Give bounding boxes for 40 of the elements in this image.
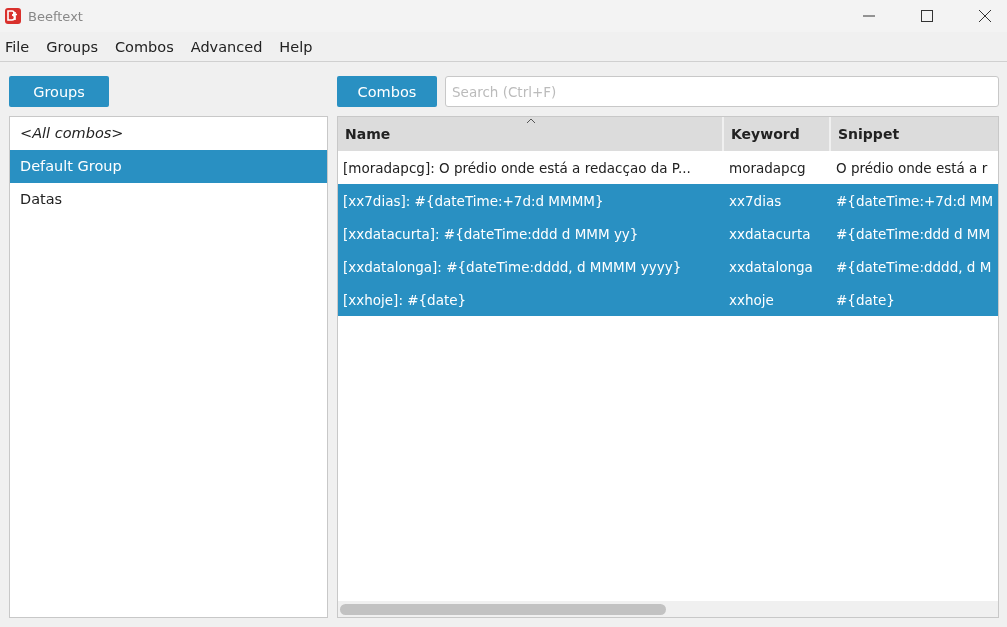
table-cell-text: [xxdatalonga]: #{dateTime:dddd, d MMMM yyyy}	[342, 258, 683, 275]
column-header[interactable]: Keyword	[724, 117, 831, 151]
table-cell-text: O prédio onde está a r	[835, 159, 989, 176]
window-title: Beeftext	[28, 8, 83, 24]
group-item[interactable]: <All combos>	[10, 117, 327, 150]
table-cell-text: xxdatalonga	[728, 258, 814, 275]
table-row[interactable]: [xxdatacurta]: #{dateTime:ddd d MMM yy} xxdatacurta #{dateTime:ddd d MM	[338, 217, 998, 250]
table-cell-text: [xx7dias]: #{dateTime:+7d:d MMMM}	[342, 192, 605, 209]
table-cell-text: #{dateTime:ddd d MM	[835, 225, 992, 242]
menu-item[interactable]: Groups	[45, 38, 108, 55]
table-cell-text: #{dateTime:+7d:d MM	[835, 192, 995, 209]
menu-item[interactable]: Combos	[113, 38, 184, 55]
table-cell-text: [xxhoje]: #{date}	[342, 291, 468, 308]
search-field[interactable]: Search (Ctrl+F)	[445, 76, 999, 107]
scrollbar-thumb[interactable]	[340, 603, 666, 615]
horizontal-scrollbar[interactable]	[338, 601, 998, 617]
app-logo-icon	[5, 8, 21, 24]
table-row[interactable]: [xxhoje]: #{date} xxhoje #{date}	[338, 283, 998, 316]
close-icon[interactable]	[979, 10, 991, 22]
table-row[interactable]: [xxdatalonga]: #{dateTime:dddd, d MMMM yyyy} xxdatalonga #{dateTime:dddd, d M	[338, 250, 998, 283]
table-cell-text: xxhoje	[728, 291, 775, 308]
menu-item[interactable]: Advanced	[189, 38, 273, 55]
table-row[interactable]: [xx7dias]: #{dateTime:+7d:d MMMM} xx7dias #{dateTime:+7d:d MM	[338, 184, 998, 217]
menu-item[interactable]: File	[4, 38, 40, 55]
table-cell-text: #{dateTime:dddd, d M	[835, 258, 993, 275]
table-row[interactable]: [moradapcg]: O prédio onde está a redacçao da P... moradapcg O prédio onde está a r	[338, 151, 998, 184]
groups-button[interactable]: Groups	[9, 76, 109, 107]
table-cell-text: xx7dias	[728, 192, 783, 209]
table-cell-text: [xxdatacurta]: #{dateTime:ddd d MMM yy}	[342, 225, 640, 242]
menu-item[interactable]: Help	[278, 38, 323, 55]
combos-button[interactable]: Combos	[337, 76, 437, 107]
group-item[interactable]: Default Group	[10, 150, 327, 183]
column-header[interactable]: Name	[338, 117, 724, 151]
group-item[interactable]: Datas	[10, 183, 327, 216]
table-cell-text: moradapcg	[728, 159, 807, 176]
table-cell-text: xxdatacurta	[728, 225, 812, 242]
maximize-icon[interactable]	[921, 10, 933, 22]
table-cell-text: [moradapcg]: O prédio onde está a redacçao da P...	[342, 159, 692, 176]
table-cell-text: #{date}	[835, 291, 896, 308]
column-header[interactable]: Snippet	[831, 117, 998, 151]
